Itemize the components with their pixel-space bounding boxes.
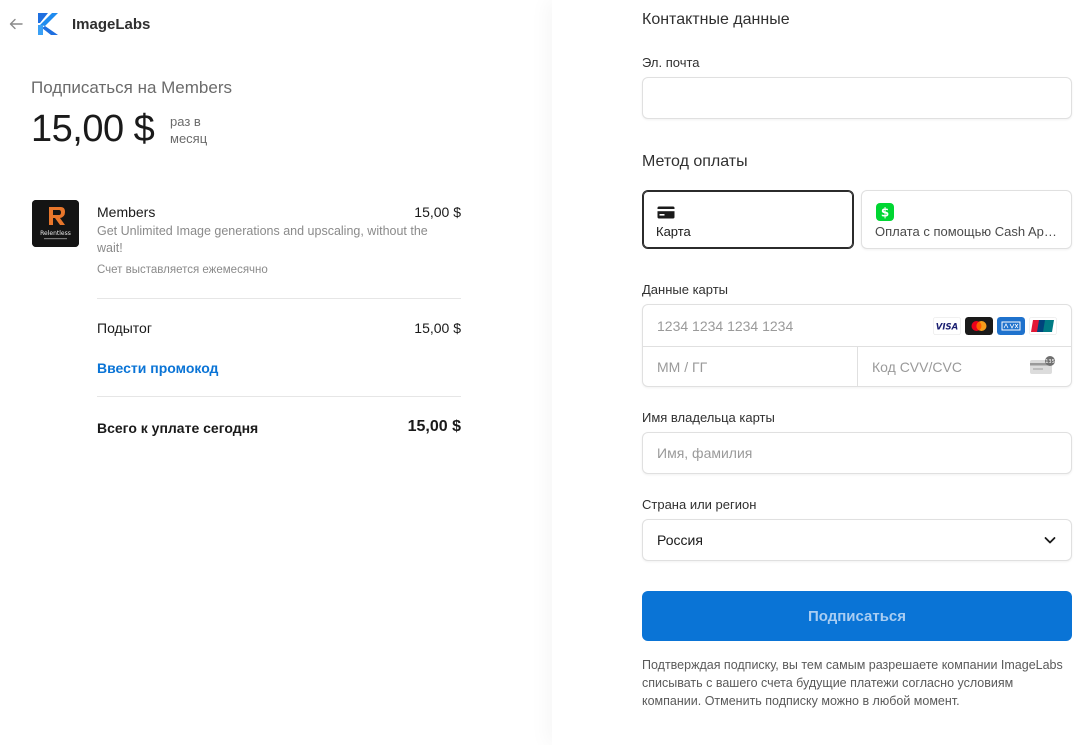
imagelabs-logo-icon (38, 13, 58, 35)
email-input[interactable] (642, 77, 1072, 119)
product-price: 15,00 $ (414, 204, 461, 220)
card-number-placeholder: 1234 1234 1234 1234 (657, 318, 794, 334)
mastercard-icon (965, 317, 993, 335)
plan-price: 15,00 $ (31, 108, 155, 150)
card-brands: VISA (933, 317, 1057, 335)
payment-section-title: Метод оплаты (642, 153, 748, 170)
country-value: Россия (657, 532, 703, 548)
product-description: Get Unlimited Image generations and upsc… (97, 224, 428, 255)
subscribe-button[interactable]: Подписаться (642, 591, 1072, 641)
expiry-placeholder: ММ / ГГ (657, 359, 708, 375)
visa-icon: VISA (933, 317, 961, 335)
card-details-group: 1234 1234 1234 1234 VISA ММ / ГГ Код CVV… (642, 304, 1072, 387)
subscribe-title: Подписаться на Members (31, 78, 232, 97)
country-label: Страна или регион (642, 497, 757, 512)
product-thumbnail: Relentless (32, 200, 79, 247)
chevron-down-icon (1044, 537, 1056, 544)
terms-text: Подтверждая подписку, вы тем самым разре… (642, 658, 1063, 708)
order-summary-panel: ImageLabs Подписаться на Members 15,00 $… (0, 0, 552, 745)
cvc-field[interactable]: Код CVV/CVC 135 (858, 346, 1071, 386)
brand-name: ImageLabs (72, 15, 151, 33)
expiry-field[interactable]: ММ / ГГ (643, 346, 858, 386)
promo-code-link[interactable]: Ввести промокод (97, 360, 218, 376)
svg-text:$: $ (881, 206, 889, 220)
back-arrow-icon[interactable] (8, 16, 24, 32)
amex-icon (997, 317, 1025, 335)
card-details-label: Данные карты (642, 282, 729, 297)
unionpay-icon (1029, 317, 1057, 335)
contact-section-title: Контактные данные (642, 11, 790, 28)
email-label: Эл. почта (642, 55, 700, 70)
thumb-text: Relentless (40, 230, 71, 237)
cvc-placeholder: Код CVV/CVC (872, 359, 962, 375)
svg-text:VISA: VISA (936, 323, 958, 333)
svg-text:135: 135 (1045, 359, 1055, 365)
payment-option-cash-app[interactable]: $ Оплата с помощью Cash App Pay (861, 190, 1072, 249)
payment-option-card[interactable]: Карта (642, 190, 854, 249)
billing-note: Счет выставляется ежемесячно (97, 264, 268, 276)
billing-period: раз в месяц (170, 114, 208, 146)
cardholder-label: Имя владельца карты (642, 410, 775, 425)
product-name: Members (97, 204, 156, 220)
total-label: Всего к уплате сегодня (97, 420, 259, 436)
cash-app-icon: $ (876, 203, 894, 221)
topbar: ImageLabs (8, 8, 150, 40)
divider (97, 298, 461, 299)
total-value: 15,00 $ (407, 418, 461, 435)
payment-form-panel: Контактные данные Эл. почта Метод оплаты… (552, 0, 1087, 745)
subtotal-label: Подытог (97, 320, 152, 336)
payment-option-label: Карта (656, 224, 691, 239)
country-select[interactable]: Россия (642, 519, 1072, 561)
card-number-field[interactable]: 1234 1234 1234 1234 VISA (643, 305, 1071, 347)
cvc-card-icon: 135 (1030, 356, 1055, 374)
cardholder-name-input[interactable] (642, 432, 1072, 474)
relentless-logo-icon: Relentless (32, 200, 79, 247)
payment-option-label: Оплата с помощью Cash App Pay (875, 224, 1061, 239)
divider (97, 396, 461, 397)
credit-card-icon (657, 206, 675, 219)
subtotal-value: 15,00 $ (414, 320, 461, 336)
